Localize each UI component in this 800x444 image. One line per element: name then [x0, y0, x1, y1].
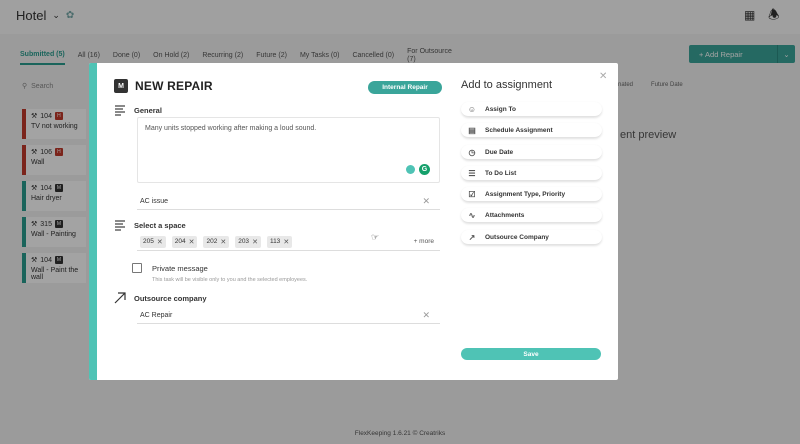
- lines-icon: [115, 220, 125, 231]
- remove-chip-icon[interactable]: ✕: [189, 238, 195, 246]
- close-icon[interactable]: ✕: [599, 71, 607, 82]
- space-chip[interactable]: 203 ✕: [235, 235, 261, 248]
- to-do-list-button[interactable]: ☰ To Do List: [461, 166, 602, 181]
- private-message-hint: This task will be visible only to you an…: [152, 277, 308, 283]
- assignment-title: Add to assignment: [461, 79, 553, 91]
- outsource-section-header: Outsource company: [114, 292, 207, 304]
- due-date-button[interactable]: ◷ Due Date: [461, 145, 602, 160]
- remove-chip-icon[interactable]: ✕: [252, 238, 258, 246]
- subject-value: AC issue: [140, 197, 169, 205]
- general-section-header: General: [114, 104, 162, 116]
- schedule-assignment-button[interactable]: ▤ Schedule Assignment: [461, 123, 602, 138]
- save-button[interactable]: Save: [461, 348, 601, 360]
- lightbulb-icon[interactable]: [406, 165, 415, 174]
- outsource-label: Outsource company: [134, 293, 207, 303]
- outsource-company-button[interactable]: ↗ Outsource Company: [461, 230, 602, 245]
- space-chip[interactable]: 202 ✕: [203, 235, 230, 248]
- general-label: General: [134, 105, 162, 115]
- paperclip-icon: ∿: [468, 210, 476, 220]
- private-message-label: Private message: [152, 264, 208, 273]
- repair-type-toggle[interactable]: Internal Repair: [368, 81, 442, 94]
- subject-input[interactable]: AC issue ✕: [137, 193, 440, 210]
- space-chip-label: 113: [269, 238, 281, 245]
- modal-title: NEW REPAIR: [135, 79, 213, 93]
- clear-icon[interactable]: ✕: [422, 196, 430, 207]
- private-message-checkbox[interactable]: [132, 263, 142, 273]
- outsource-value: AC Repair: [140, 311, 173, 319]
- description-text: Many units stopped working after making …: [145, 125, 317, 132]
- priority-badge: M: [114, 79, 128, 93]
- mouse-cursor-icon: ☞: [371, 232, 380, 242]
- space-chip-label: 202: [206, 238, 218, 245]
- assign-to-button[interactable]: ☺ Assign To: [461, 102, 602, 117]
- assign-to-label: Assign To: [485, 105, 516, 113]
- modal-accent-stripe: [89, 63, 97, 380]
- clipboard-icon: ☑: [468, 189, 476, 199]
- outsource-company-label: Outsource Company: [485, 233, 549, 241]
- space-section-header: Select a space: [114, 219, 186, 231]
- space-chip[interactable]: 204 ✕: [171, 235, 198, 248]
- lines-icon: [115, 105, 125, 116]
- remove-chip-icon[interactable]: ✕: [157, 238, 163, 246]
- due-date-label: Due Date: [485, 148, 514, 156]
- grammarly-icon[interactable]: G: [419, 164, 430, 175]
- modal-header: M NEW REPAIR: [114, 79, 213, 93]
- space-chip-label: 203: [238, 238, 250, 245]
- description-textarea[interactable]: Many units stopped working after making …: [137, 117, 440, 183]
- space-chip[interactable]: 205 ✕: [140, 235, 166, 248]
- list-icon: ☰: [468, 168, 476, 178]
- schedule-assignment-label: Schedule Assignment: [485, 126, 553, 134]
- space-chip[interactable]: 113 ✕: [266, 235, 293, 248]
- space-selector[interactable]: 205 ✕ 204 ✕ 202 ✕ 203 ✕ 113 ✕ + more: [137, 233, 440, 251]
- person-icon: ☺: [467, 104, 477, 114]
- attachments-label: Attachments: [485, 211, 525, 219]
- clock-icon: ◷: [468, 147, 476, 157]
- space-chip-label: 204: [174, 238, 186, 245]
- more-spaces-link[interactable]: + more: [414, 238, 434, 245]
- outsource-company-input[interactable]: AC Repair ✕: [137, 307, 440, 324]
- space-chip-label: 205: [143, 238, 154, 245]
- remove-chip-icon[interactable]: ✕: [220, 238, 226, 246]
- assignment-type-button[interactable]: ☑ Assignment Type, Priority: [461, 187, 602, 202]
- attachments-button[interactable]: ∿ Attachments: [461, 208, 602, 223]
- arrow-icon: ↗: [468, 232, 476, 242]
- space-label: Select a space: [134, 220, 186, 230]
- clear-icon[interactable]: ✕: [422, 310, 430, 321]
- remove-chip-icon[interactable]: ✕: [283, 238, 289, 246]
- arrow-icon: [114, 292, 126, 304]
- assignment-type-label: Assignment Type, Priority: [485, 190, 566, 198]
- to-do-list-label: To Do List: [485, 169, 517, 177]
- calendar-icon: ▤: [468, 125, 476, 135]
- new-repair-modal: M NEW REPAIR Internal Repair General Man…: [89, 63, 618, 380]
